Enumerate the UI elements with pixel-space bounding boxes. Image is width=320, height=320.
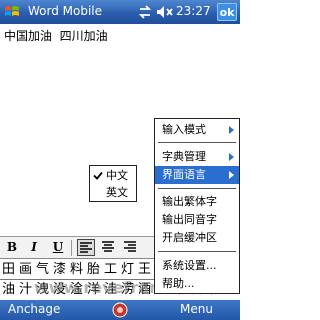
menu-item-settings[interactable]: 系统设置...	[155, 257, 239, 275]
candidate-char[interactable]: 灯	[119, 260, 136, 279]
align-right-icon	[124, 241, 136, 252]
speaker-muted-icon[interactable]	[156, 4, 174, 20]
toolbar-divider	[71, 240, 72, 256]
submenu-arrow-icon	[229, 171, 234, 179]
candidate-char[interactable]: 胎	[85, 260, 102, 279]
align-left-icon	[80, 242, 92, 253]
connectivity-icon[interactable]	[138, 4, 152, 20]
menu-item-ui-language[interactable]: 界面语言	[155, 166, 239, 184]
candidate-char[interactable]: 漆	[51, 260, 68, 279]
menu-divider	[158, 142, 236, 143]
align-center-button[interactable]	[99, 239, 117, 256]
menu-item-label: 帮助...	[162, 277, 195, 290]
menu-item-label: 系统设置...	[162, 259, 217, 272]
menu-item-input-mode[interactable]: 输入模式	[155, 121, 239, 139]
clock: 23:27	[176, 4, 211, 18]
candidate-char[interactable]: 涝	[119, 280, 136, 299]
candidate-char[interactable]: 酒	[136, 280, 153, 299]
menu-item-label: 开启缓冲区	[162, 231, 217, 244]
menu-item-label: 字典管理	[162, 150, 206, 163]
menu-item-help[interactable]: 帮助...	[155, 275, 239, 293]
submenu-item-chinese[interactable]: 中文	[90, 167, 136, 184]
menu-item-traditional[interactable]: 输出繁体字	[155, 193, 239, 211]
menu-divider	[158, 251, 236, 252]
candidate-char[interactable]: 王	[136, 260, 153, 279]
align-right-button[interactable]	[121, 239, 139, 256]
candidate-char[interactable]: 工	[102, 260, 119, 279]
menu-soft-key[interactable]: Menu	[180, 302, 213, 316]
windows-start-icon[interactable]	[2, 2, 22, 22]
app-title: Word Mobile	[28, 4, 103, 18]
candidate-char[interactable]: 画	[17, 260, 34, 279]
candidate-char[interactable]: 洼	[102, 280, 119, 299]
submenu-item-label: 英文	[106, 186, 128, 199]
menu-item-label: 输入模式	[162, 123, 206, 136]
check-icon	[93, 171, 103, 180]
italic-button[interactable]: I	[25, 239, 43, 256]
menu-item-label: 输出繁体字	[162, 195, 217, 208]
title-bar: Word Mobile 23:27 ok	[0, 0, 240, 24]
left-soft-key[interactable]: Anchage	[8, 302, 60, 316]
candidate-char[interactable]: 油	[0, 280, 17, 299]
soft-key-bar: Anchage Menu	[0, 300, 240, 320]
align-left-button[interactable]	[77, 239, 95, 256]
language-submenu: 中文 英文	[89, 165, 137, 202]
submenu-arrow-icon	[229, 153, 234, 161]
main-menu: 输入模式 字典管理 界面语言 输出繁体字 输出同音字 开启缓冲区 系统设置...…	[154, 118, 240, 294]
underline-button[interactable]: U	[49, 239, 67, 256]
submenu-arrow-icon	[229, 126, 234, 134]
menu-item-label: 输出同音字	[162, 213, 217, 226]
candidate-char[interactable]: 料	[68, 260, 85, 279]
menu-item-homophone[interactable]: 输出同音字	[155, 211, 239, 229]
menu-item-label: 界面语言	[162, 168, 206, 181]
candidate-char[interactable]: 田	[0, 260, 17, 279]
candidate-char[interactable]: 淦	[68, 280, 85, 299]
candidate-char[interactable]: 气	[34, 260, 51, 279]
candidate-char[interactable]: 汁	[17, 280, 34, 299]
candidate-char[interactable]: 没	[51, 280, 68, 299]
ok-button[interactable]: ok	[217, 3, 237, 21]
align-center-icon	[102, 241, 114, 252]
menu-item-buffer[interactable]: 开启缓冲区	[155, 229, 239, 247]
candidate-char[interactable]: 洩	[34, 280, 51, 299]
bold-button[interactable]: B	[3, 239, 21, 256]
menu-divider	[158, 188, 236, 189]
document-text[interactable]: 中国加油 四川加油	[4, 27, 108, 44]
submenu-item-label: 中文	[106, 169, 128, 182]
candidate-char[interactable]: 洋	[85, 280, 102, 299]
submenu-item-english[interactable]: 英文	[90, 184, 136, 201]
input-panel-icon[interactable]	[111, 301, 129, 319]
menu-item-dictionary[interactable]: 字典管理	[155, 148, 239, 166]
